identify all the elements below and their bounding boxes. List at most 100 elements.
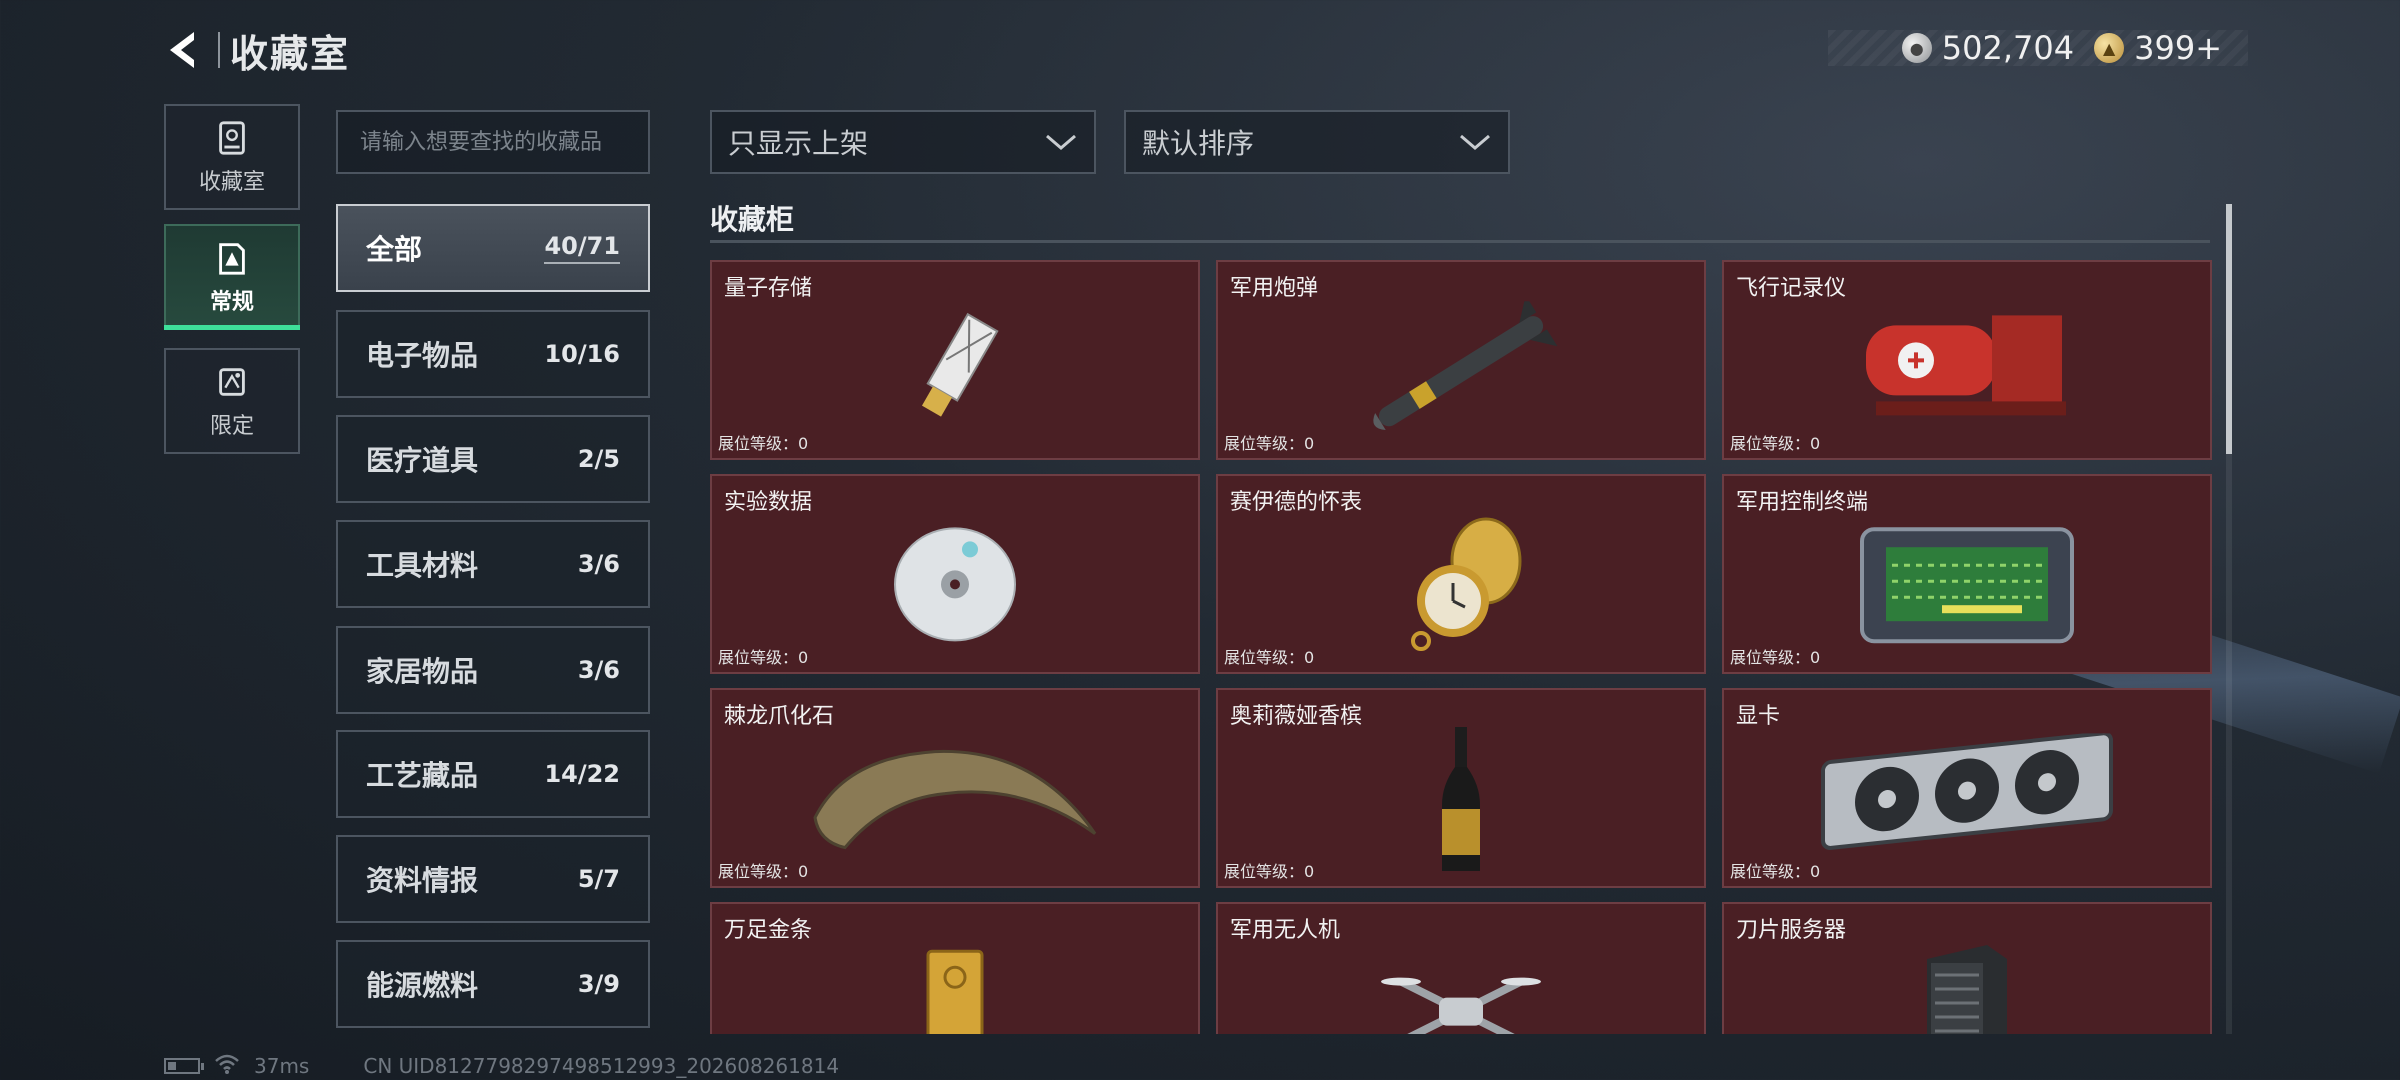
item-name: 军用炮弹: [1230, 276, 1319, 301]
triangle-card-icon: [212, 238, 252, 278]
scrollbar-thumb[interactable]: [2226, 204, 2232, 454]
trophy-cabinet-icon: [212, 118, 252, 158]
item-name: 显卡: [1736, 704, 1781, 729]
collection-item-military-shell[interactable]: 军用炮弹 展位等级：0: [1216, 260, 1706, 460]
category-count: 3/6: [577, 656, 620, 684]
status-footer: 37ms CN UID8127798297498512993_202608261…: [164, 1054, 839, 1078]
usb-drive-icon: [890, 305, 1020, 435]
dropdown-value: 只显示上架: [728, 127, 869, 160]
back-button[interactable]: [164, 26, 204, 74]
category-count: 3/6: [577, 550, 620, 578]
category-name: 医疗道具: [366, 444, 479, 477]
chevron-down-icon: [1046, 134, 1076, 150]
item-level: 展位等级：0: [1730, 434, 1821, 453]
mode-tab-regular[interactable]: 常规: [164, 224, 300, 330]
user-uid: CN UID8127798297498512993_202608261814: [363, 1054, 840, 1078]
category-name: 能源燃料: [366, 969, 479, 1002]
category-intel[interactable]: 资料情报 5/7: [336, 835, 650, 923]
chevron-down-icon: [1460, 134, 1490, 150]
mode-tab-collection-room[interactable]: 收藏室: [164, 104, 300, 210]
item-level: 展位等级：0: [1224, 862, 1315, 881]
item-name: 赛伊德的怀表: [1230, 490, 1363, 515]
category-name: 资料情报: [366, 864, 479, 897]
collection-item-claw-fossil[interactable]: 棘龙爪化石 展位等级：0: [710, 688, 1200, 888]
blade-server-icon: [1917, 939, 2017, 1034]
item-name: 飞行记录仪: [1736, 276, 1847, 301]
wifi-icon: [214, 1053, 240, 1080]
item-name: 棘龙爪化石: [724, 704, 835, 729]
collection-item-champagne[interactable]: 奥莉薇娅香槟 展位等级：0: [1216, 688, 1706, 888]
missile-icon: [1346, 301, 1576, 441]
back-arrow-icon: [170, 32, 194, 68]
category-count: 5/7: [577, 865, 620, 893]
collection-item-quantum-storage[interactable]: 量子存储 展位等级：0: [710, 260, 1200, 460]
category-name: 家居物品: [366, 655, 479, 688]
pocket-watch-icon: [1391, 511, 1531, 661]
item-level: 展位等级：0: [1224, 434, 1315, 453]
category-household[interactable]: 家居物品 3/6: [336, 626, 650, 714]
category-name: 工具材料: [366, 549, 479, 582]
cabinet-title: 收藏柜: [710, 203, 795, 236]
item-name: 奥莉薇娅香槟: [1230, 704, 1363, 729]
battery-icon: [164, 1058, 204, 1074]
sort-dropdown[interactable]: 默认排序: [1124, 110, 1510, 174]
collection-item-blade-server[interactable]: 刀片服务器 展位等级：: [1722, 902, 2212, 1034]
item-name: 军用控制终端: [1736, 490, 1869, 515]
cabinet-divider: [710, 240, 2210, 243]
item-name: 军用无人机: [1230, 918, 1341, 943]
category-name: 电子物品: [366, 339, 479, 372]
category-tools[interactable]: 工具材料 3/6: [336, 520, 650, 608]
mode-tab-limited[interactable]: 限定: [164, 348, 300, 454]
header: 收藏室: [164, 22, 350, 78]
limited-card-icon: [212, 362, 252, 402]
collectible-search-input[interactable]: [338, 112, 648, 172]
item-level: 展位等级：0: [1730, 862, 1821, 881]
claw-fossil-icon: [805, 738, 1105, 858]
display-filter-dropdown[interactable]: 只显示上架: [710, 110, 1096, 174]
category-crafts[interactable]: 工艺藏品 14/22: [336, 730, 650, 818]
silver-coin-icon: ●: [1901, 33, 1932, 63]
mode-tab-label: 常规: [209, 290, 254, 315]
category-count: 14/22: [544, 760, 620, 788]
collection-item-military-drone[interactable]: 军用无人机 展位等级：: [1216, 902, 1706, 1034]
category-medical[interactable]: 医疗道具 2/5: [336, 415, 650, 503]
category-electronics[interactable]: 电子物品 10/16: [336, 310, 650, 398]
item-name: 万足金条: [724, 918, 813, 943]
champagne-icon: [1436, 725, 1486, 875]
control-terminal-icon: [1852, 515, 2082, 655]
collection-item-experiment-data[interactable]: 实验数据 展位等级：0: [710, 474, 1200, 674]
category-energy[interactable]: 能源燃料 3/9: [336, 940, 650, 1028]
item-level: 展位等级：0: [1730, 648, 1821, 667]
category-count: 2/5: [577, 445, 620, 473]
drone-icon: [1381, 952, 1541, 1034]
collection-item-pocket-watch[interactable]: 赛伊德的怀表 展位等级：0: [1216, 474, 1706, 674]
item-level: 展位等级：0: [718, 862, 809, 881]
item-level: 展位等级：0: [718, 648, 809, 667]
collection-item-flight-recorder[interactable]: 飞行记录仪 展位等级：0: [1722, 260, 2212, 460]
category-name: 工艺藏品: [366, 759, 479, 792]
item-level: 展位等级：0: [1224, 648, 1315, 667]
category-all[interactable]: 全部 40/71: [336, 204, 650, 292]
search-box: [336, 110, 650, 174]
disc-icon: [890, 519, 1020, 649]
category-count: 40/71: [544, 232, 620, 264]
item-name: 实验数据: [724, 490, 813, 515]
item-name: 量子存储: [724, 276, 813, 301]
currency-bar: ● 502,704 ▲ 399+: [1828, 29, 2248, 67]
dropdown-value: 默认排序: [1142, 127, 1255, 160]
mode-tab-label: 限定: [209, 414, 254, 439]
gold-bar-icon: [920, 943, 990, 1034]
category-name: 全部: [366, 233, 423, 266]
graphics-card-icon: [1817, 733, 2117, 863]
category-count: 10/16: [544, 340, 620, 368]
collection-item-graphics-card[interactable]: 显卡 展位等级：0: [1722, 688, 2212, 888]
collection-item-gold-bar[interactable]: 万足金条 展位等级：: [710, 902, 1200, 1034]
ping-value: 37ms: [254, 1054, 310, 1078]
collection-item-control-terminal[interactable]: 军用控制终端 展位等级：0: [1722, 474, 2212, 674]
collection-grid: 量子存储 展位等级：0 军用炮弹 展位等级：0 飞行记录仪 展位等级：0 实验数…: [710, 258, 2214, 1034]
item-name: 刀片服务器: [1736, 918, 1847, 943]
gold-coin-icon: ▲: [2094, 33, 2125, 63]
flight-recorder-icon: [1852, 305, 2082, 435]
page-title: 收藏室: [230, 31, 351, 76]
header-divider: [218, 32, 220, 68]
